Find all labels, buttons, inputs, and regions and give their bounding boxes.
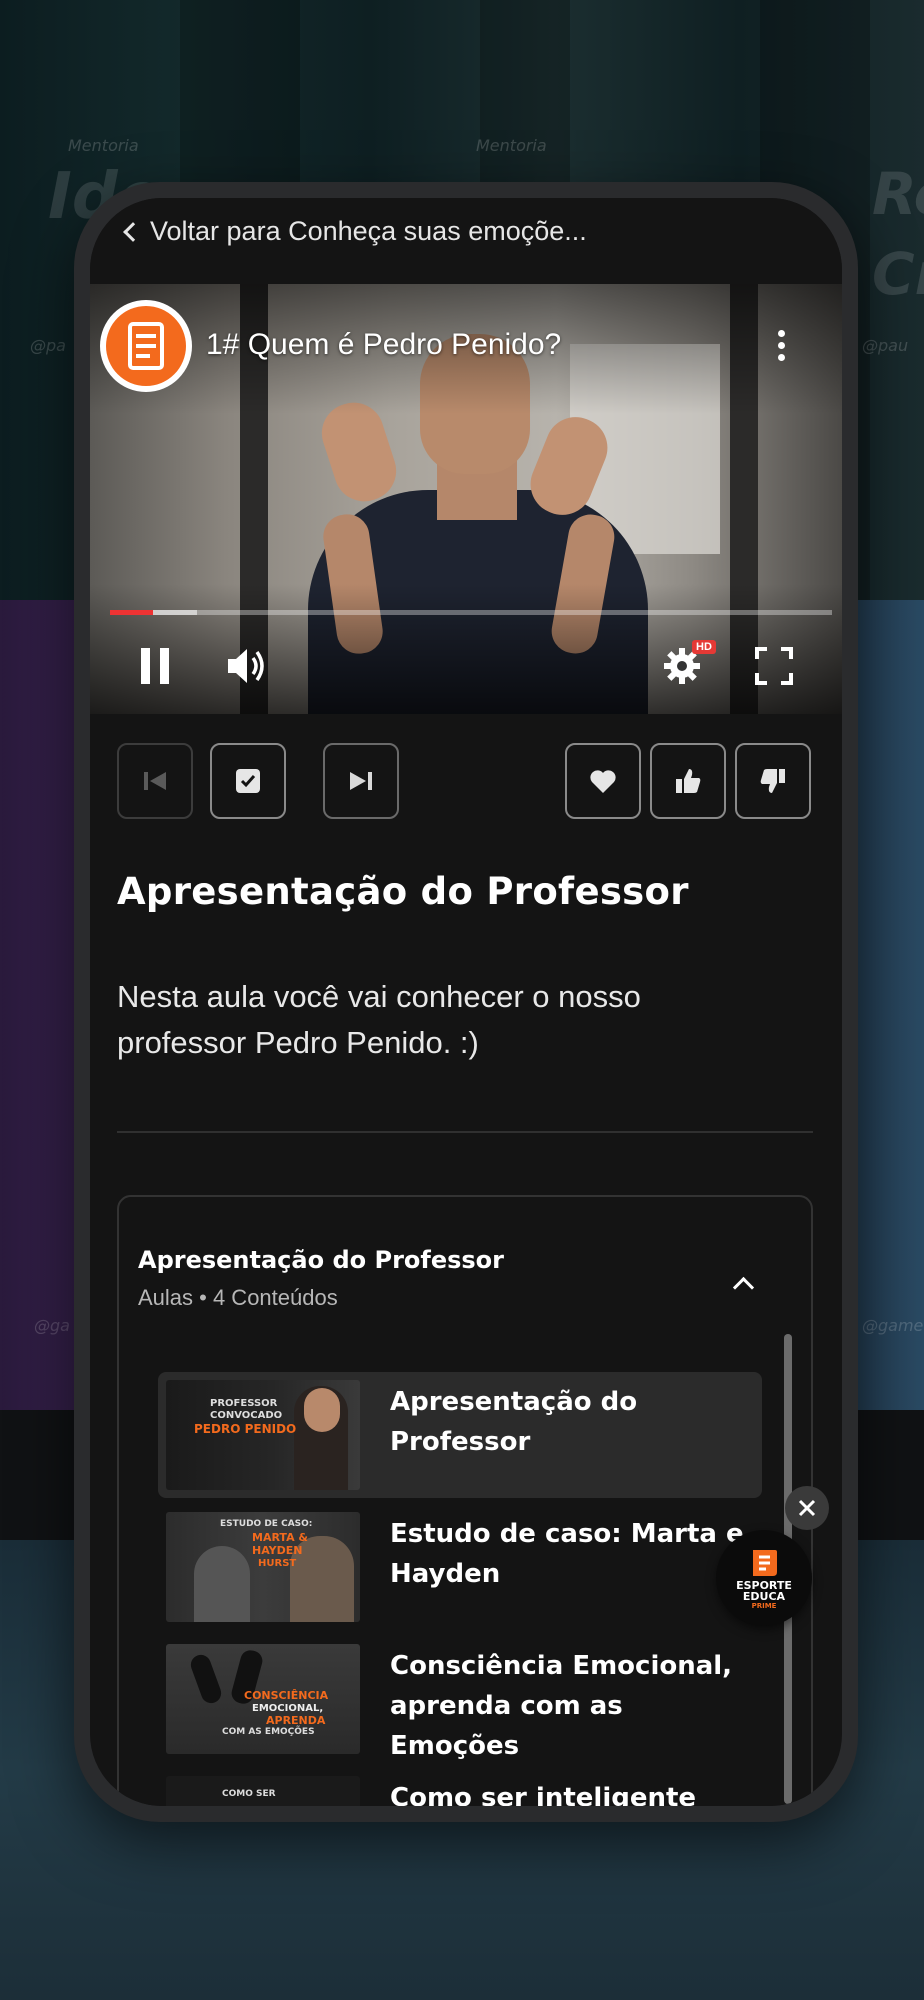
thumbnail-person: [194, 1546, 250, 1622]
fullscreen-icon[interactable]: [754, 646, 794, 686]
background-text: Cr: [872, 240, 924, 308]
background-text: @ga: [34, 1316, 70, 1335]
lesson-item-label: Apresentação do Professor: [390, 1387, 638, 1457]
thumbnail-text: CONSCIÊNCIA: [244, 1689, 329, 1702]
video-progress-bar[interactable]: [110, 610, 832, 615]
dislike-button[interactable]: [735, 743, 811, 819]
lesson-thumbnail: PROFESSOR CONVOCADO PEDRO PENIDO: [166, 1380, 360, 1490]
thumbnail-person: [304, 1388, 340, 1432]
more-vertical-icon[interactable]: [778, 330, 786, 364]
dislike-icon: [760, 769, 785, 793]
mark-complete-icon: [236, 769, 260, 793]
lesson-item-label: Como ser inteligente: [390, 1783, 697, 1806]
back-link-label: Voltar para Conheça suas emoçõe...: [150, 215, 587, 246]
pause-icon[interactable]: [138, 646, 172, 686]
thumbnail-text: PROFESSOR: [210, 1398, 278, 1409]
video-controls: [90, 630, 842, 714]
lesson-thumbnail: COMO SER: [166, 1776, 360, 1806]
video-title: 1# Quem é Pedro Penido?: [206, 328, 562, 361]
lesson-item[interactable]: PROFESSOR CONVOCADO PEDRO PENIDO Apresen…: [158, 1372, 762, 1498]
background-text: Re: [872, 160, 924, 228]
favorite-icon: [590, 770, 616, 793]
lesson-item-label: Estudo de caso: Marta e Hayden: [390, 1519, 744, 1589]
thumbnail-text: CONVOCADO: [210, 1410, 283, 1421]
module-subtitle: Aulas • 4 Conteúdos: [138, 1285, 338, 1310]
favorite-button[interactable]: [565, 743, 641, 819]
thumbnail-text: HURST: [258, 1558, 297, 1569]
back-link[interactable]: Voltar para Conheça suas emoçõe...: [123, 215, 587, 246]
lesson-thumbnail: CONSCIÊNCIA EMOCIONAL, APRENDA COM AS EM…: [166, 1644, 360, 1754]
hd-badge: HD: [692, 640, 716, 654]
background-text: @pau: [862, 336, 909, 355]
widget-close-button[interactable]: [785, 1486, 829, 1530]
widget-label: EDUCA: [742, 1590, 786, 1603]
next-lesson-icon: [350, 772, 372, 790]
divider: [117, 1131, 813, 1133]
lesson-item[interactable]: COMO SER Como ser inteligente: [158, 1768, 762, 1806]
background-text: @game: [862, 1316, 924, 1335]
mark-complete-button[interactable]: [210, 743, 286, 819]
document-icon: [128, 322, 164, 370]
channel-logo[interactable]: [100, 300, 192, 392]
module-title[interactable]: Apresentação do Professor: [138, 1246, 504, 1274]
next-lesson-button[interactable]: [323, 743, 399, 819]
background-text: Mentoria: [68, 136, 139, 155]
thumbnail-text: COMO SER: [222, 1789, 276, 1799]
thumbnail-text: ESTUDO DE CASO:: [220, 1519, 313, 1529]
volume-icon[interactable]: [224, 644, 268, 688]
thumbnail-text: HAYDEN: [252, 1544, 303, 1557]
like-icon: [676, 769, 701, 793]
video-player[interactable]: 1# Quem é Pedro Penido? HD: [90, 284, 842, 714]
close-icon: [798, 1499, 816, 1517]
chevron-left-icon: [123, 222, 143, 242]
thumbnail-text: MARTA &: [252, 1531, 309, 1544]
like-button[interactable]: [650, 743, 726, 819]
thumbnail-text: APRENDA: [266, 1714, 326, 1727]
video-progress-fill: [110, 610, 154, 615]
channel-logo-mark: [106, 306, 186, 386]
background-text: @pa: [30, 336, 66, 355]
top-bar: Voltar para Conheça suas emoçõe...: [90, 198, 842, 284]
lesson-title: Apresentação do Professor: [117, 870, 689, 913]
esporte-educa-widget[interactable]: ESPORTE EDUCA PRIME: [716, 1530, 812, 1626]
previous-lesson-icon: [144, 772, 166, 790]
lesson-thumbnail: ESTUDO DE CASO: MARTA & HAYDEN HURST: [166, 1512, 360, 1622]
thumbnail-text: EMOCIONAL,: [252, 1703, 324, 1714]
thumbnail-text: PEDRO PENIDO: [194, 1422, 297, 1436]
lesson-item[interactable]: ESTUDO DE CASO: MARTA & HAYDEN HURST Est…: [158, 1504, 762, 1630]
lesson-description: Nesta aula você vai conhecer o nosso pro…: [117, 979, 641, 1060]
previous-lesson-button[interactable]: [117, 743, 193, 819]
thumbnail-text: COM AS EMOÇÕES: [222, 1727, 315, 1737]
lesson-item[interactable]: CONSCIÊNCIA EMOCIONAL, APRENDA COM AS EM…: [158, 1636, 762, 1762]
lesson-item-label: Consciência Emocional, aprenda com as Em…: [390, 1651, 733, 1761]
background-text: Mentoria: [476, 136, 547, 155]
esporte-educa-logo-icon: [753, 1550, 777, 1576]
thumbnail-silhouette: [188, 1652, 224, 1706]
widget-label: PRIME: [751, 1602, 777, 1610]
